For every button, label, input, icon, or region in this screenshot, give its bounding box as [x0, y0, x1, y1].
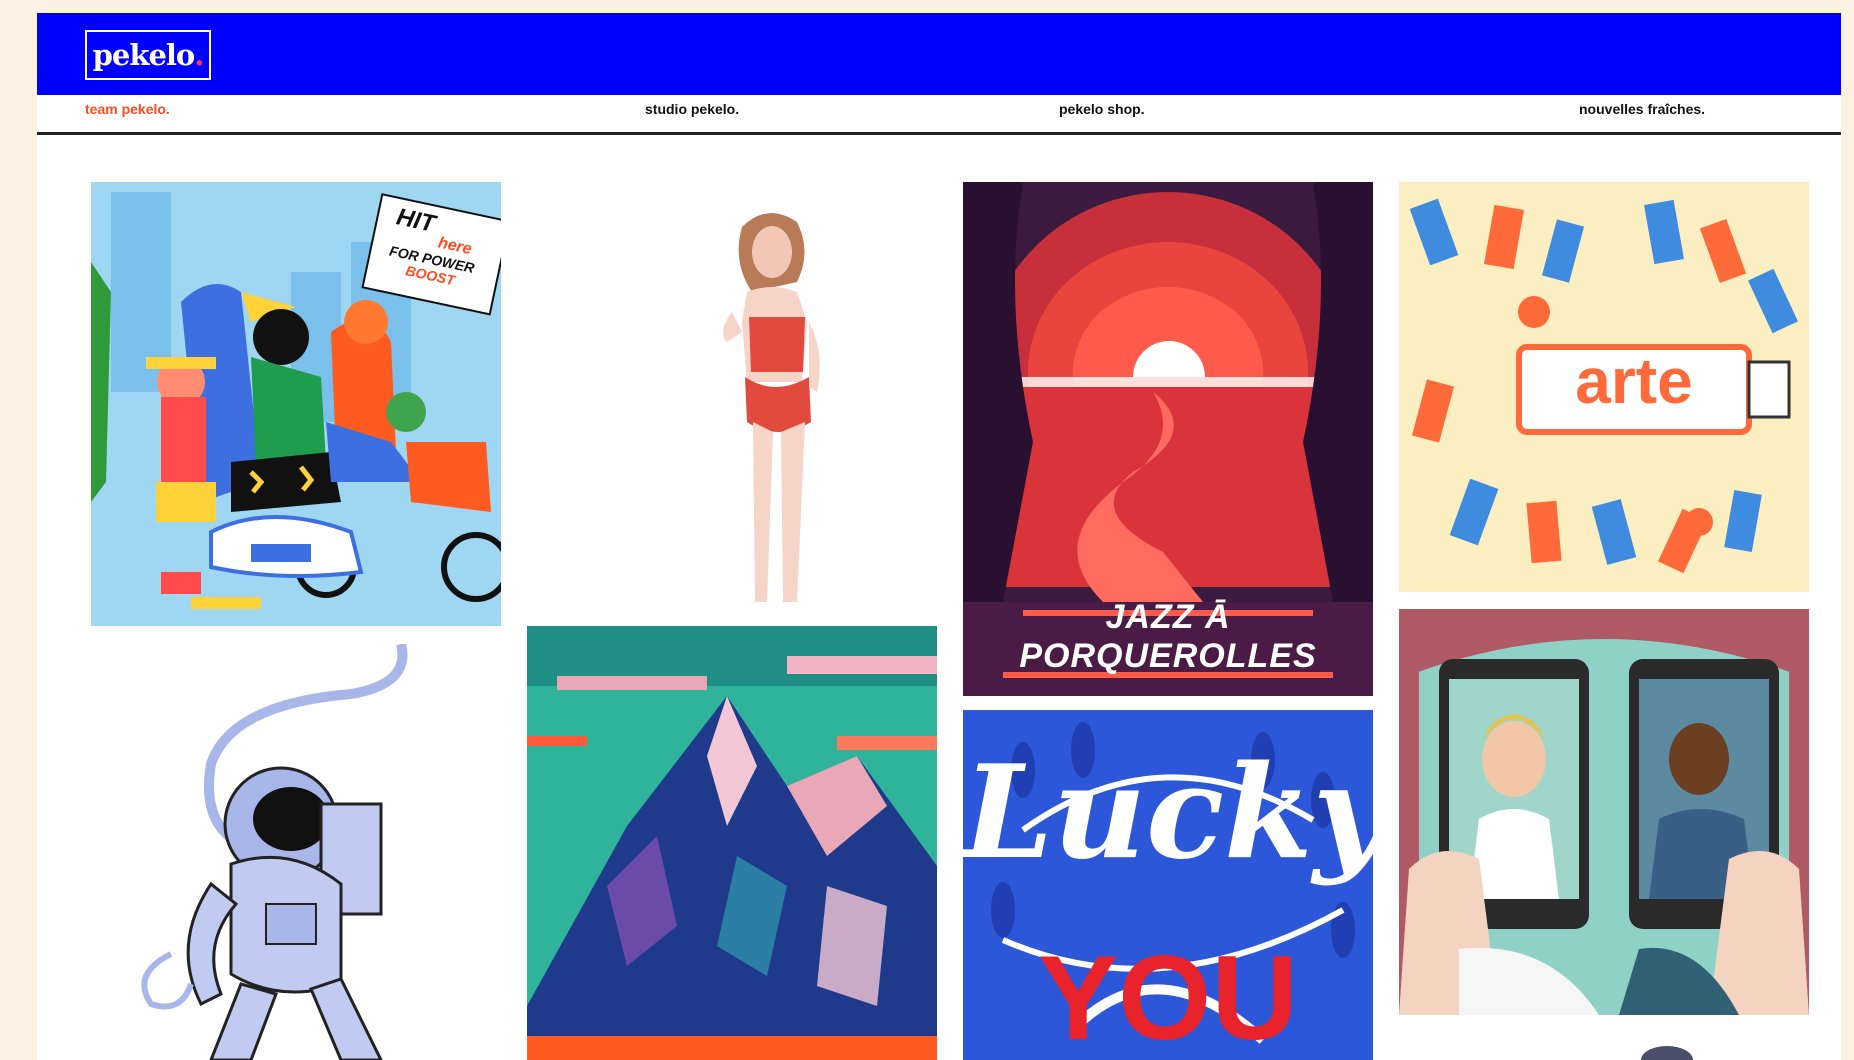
top-bar: pekelo. — [37, 13, 1841, 95]
nav-pekelo-shop[interactable]: pekelo shop. — [1059, 101, 1145, 117]
jazz-title-line2: PORQUEROLLES — [1019, 637, 1317, 675]
swimsuit-woman-illustration — [527, 182, 937, 626]
nav-team-pekelo[interactable]: team pekelo. — [85, 101, 170, 117]
artwork-swimsuit-woman[interactable] — [527, 182, 937, 626]
page: pekelo. team pekelo. studio pekelo. peke… — [37, 13, 1841, 1060]
logo-text: pekelo — [92, 38, 196, 72]
mountain-illustration — [527, 626, 937, 1060]
main-nav: team pekelo. studio pekelo. pekelo shop.… — [37, 95, 1841, 135]
artwork-phone-couple[interactable] — [1399, 609, 1809, 1015]
nav-nouvelles-fraiches[interactable]: nouvelles fraîches. — [1579, 101, 1705, 117]
jazz-title-line1: JAZZ Ā — [1105, 598, 1231, 636]
logo-dot: . — [194, 38, 204, 72]
artwork-astronaut[interactable] — [91, 644, 501, 1060]
artwork-arte-beach[interactable]: arte — [1399, 182, 1809, 592]
phone-couple-illustration — [1399, 609, 1809, 1015]
artwork-peek-shape — [1641, 1046, 1693, 1060]
artwork-jazz-porquerolles[interactable]: JAZZ Ā PORQUEROLLES — [963, 182, 1373, 696]
nav-studio-pekelo[interactable]: studio pekelo. — [645, 101, 739, 117]
you-big-text: YOU — [1037, 931, 1299, 1060]
lucky-script-text: Lucky — [963, 738, 1373, 888]
artwork-peek — [1637, 1043, 1697, 1060]
artwork-runners[interactable]: HIT here FOR POWER BOOST — [91, 182, 501, 626]
astronaut-illustration — [91, 644, 501, 1060]
arte-banner-text: arte — [1575, 345, 1693, 417]
logo[interactable]: pekelo. — [85, 30, 211, 80]
jazz-title: JAZZ Ā PORQUEROLLES — [963, 598, 1373, 676]
artwork-mountain[interactable] — [527, 626, 937, 1060]
artwork-lucky-you[interactable]: Lucky YOU — [963, 710, 1373, 1060]
